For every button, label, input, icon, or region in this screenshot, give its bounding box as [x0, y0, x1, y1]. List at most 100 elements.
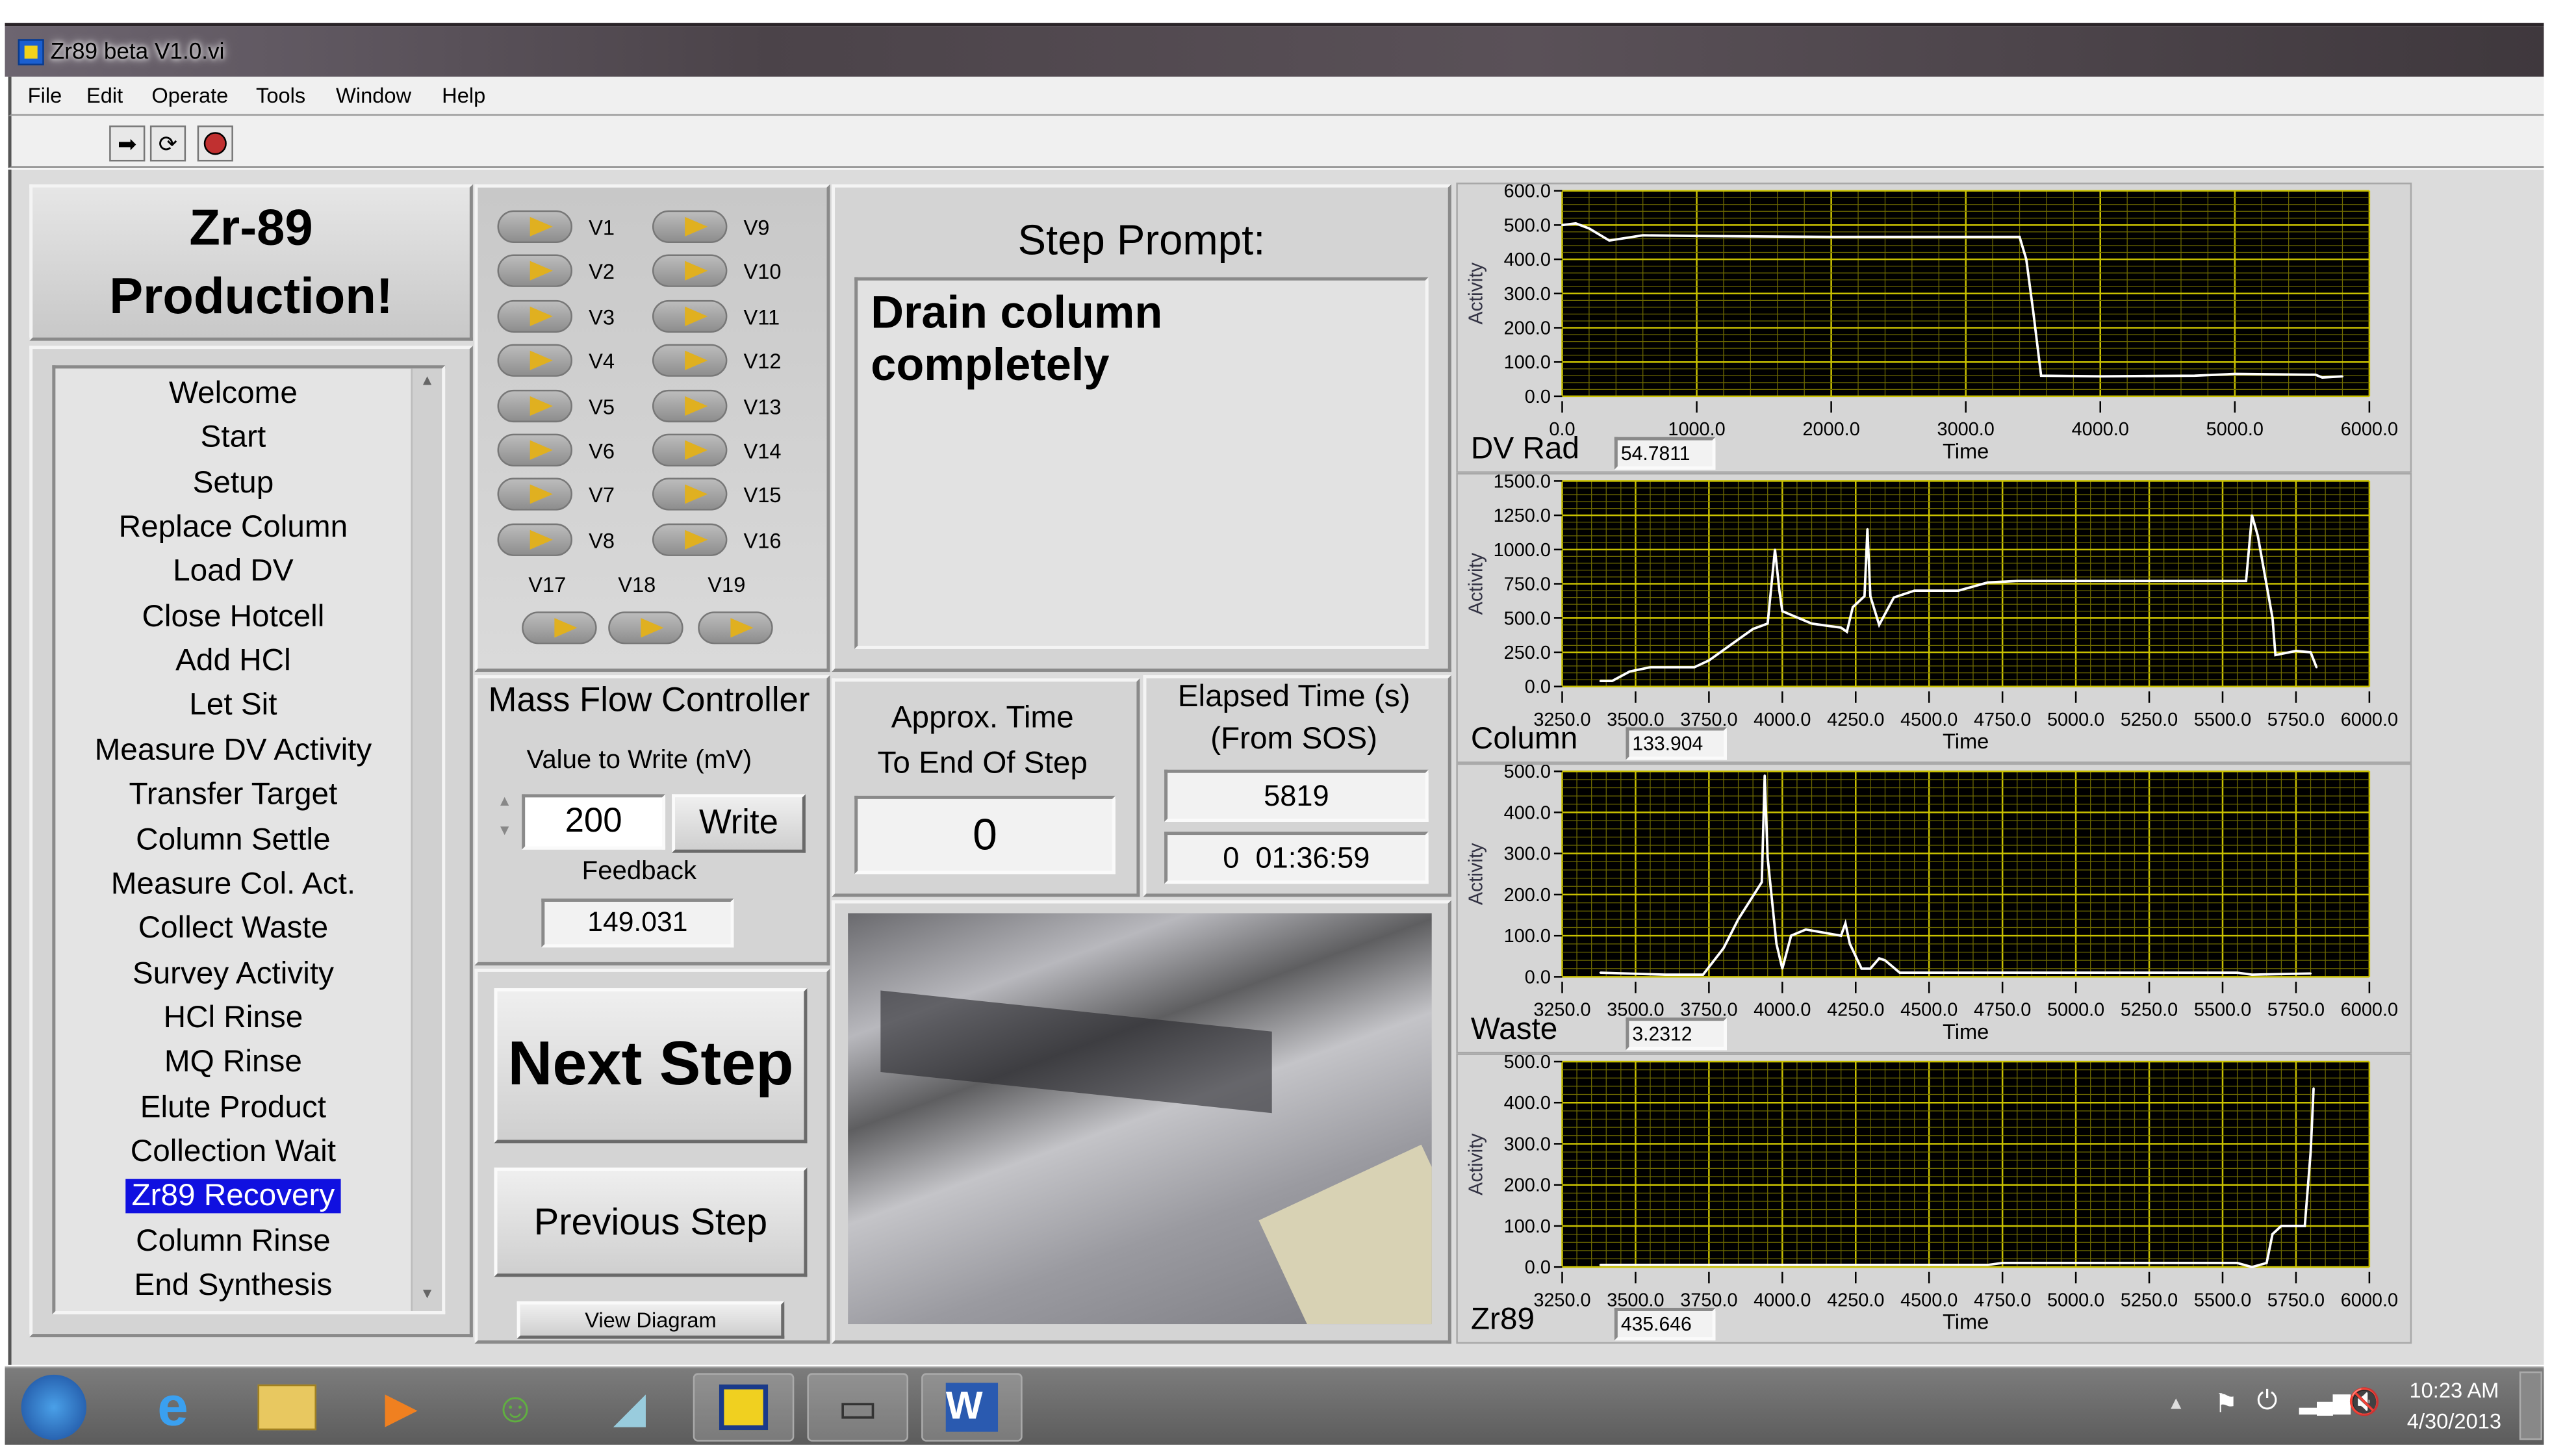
internet-explorer-icon[interactable]: e [122, 1373, 223, 1441]
step-list-item[interactable]: Let Sit [55, 687, 411, 726]
next-step-button[interactable]: Next Step [494, 988, 808, 1143]
valve-led-v8[interactable] [497, 523, 572, 556]
steps-scrollbar[interactable]: ▲ ▼ [411, 368, 442, 1311]
mfc-write-button[interactable]: Write [672, 794, 806, 853]
valve-led-v3[interactable] [497, 300, 572, 333]
run-arrow-icon[interactable]: ➡ [109, 125, 146, 162]
x-tick-label: 5500.0 [2194, 1290, 2251, 1310]
y-tick-label: 100.0 [1504, 352, 1551, 373]
valve-led-v10[interactable] [652, 255, 728, 288]
data-point [2295, 650, 2297, 652]
scroll-up-icon[interactable]: ▲ [416, 372, 439, 394]
run-continuously-icon[interactable]: ⟳ [149, 125, 186, 162]
data-point [1707, 659, 1710, 662]
valve-led-v14[interactable] [652, 433, 728, 466]
clock-date[interactable]: 4/30/2013 [2395, 1409, 2513, 1434]
valve-led-v4[interactable] [497, 344, 572, 377]
x-tick-label: 5000.0 [2047, 1000, 2104, 1021]
media-player-icon[interactable]: ▶ [351, 1373, 452, 1441]
step-list-item[interactable]: Welcome [55, 375, 411, 414]
data-point [1878, 624, 1880, 626]
scroll-down-icon[interactable]: ▼ [416, 1285, 439, 1308]
step-list-item[interactable]: Zr89 Recovery [55, 1178, 411, 1217]
valve-led-v5[interactable] [497, 389, 572, 422]
step-list-item[interactable]: Measure DV Activity [55, 732, 411, 771]
step-list-item[interactable]: Survey Activity [55, 955, 411, 994]
step-list-item[interactable]: Load DV [55, 554, 411, 593]
data-point [1810, 622, 1813, 625]
menu-edit[interactable]: Edit [86, 83, 123, 108]
data-point [1987, 1264, 1989, 1266]
step-list-item[interactable]: Measure Col. Act. [55, 865, 411, 904]
valve-led-v7[interactable] [497, 478, 572, 511]
valve-led-v9[interactable] [652, 210, 728, 243]
laptop-app-icon[interactable]: ▭ [807, 1373, 909, 1442]
step-list-item[interactable]: Replace Column [55, 509, 411, 548]
y-tick-label: 0.0 [1525, 387, 1551, 407]
mfc-increment-stepper[interactable]: ▲ ▼ [498, 786, 520, 845]
menu-window[interactable]: Window [336, 83, 411, 108]
valve-led-v16[interactable] [652, 523, 728, 556]
step-list-item[interactable]: Collection Wait [55, 1133, 411, 1172]
valve-led-v2[interactable] [497, 255, 572, 288]
valve-led-v12[interactable] [652, 344, 728, 377]
network-app-icon[interactable]: ◢ [579, 1373, 680, 1441]
abort-stop-icon[interactable] [197, 125, 233, 162]
step-list-item[interactable]: HCl Rinse [55, 999, 411, 1038]
data-point [1767, 856, 1769, 859]
valve-led-v19[interactable] [698, 611, 773, 645]
data-point [1774, 548, 1776, 551]
step-list-item[interactable]: Collect Waste [55, 910, 411, 949]
step-list-item[interactable]: Close Hotcell [55, 598, 411, 637]
data-point [1898, 971, 1901, 974]
file-explorer-icon[interactable] [236, 1373, 338, 1441]
valve-led-v13[interactable] [652, 389, 728, 422]
valve-led-v18[interactable] [608, 611, 683, 645]
step-list-item[interactable]: Setup [55, 465, 411, 504]
step-list-item[interactable]: Add HCl [55, 643, 411, 682]
valve-led-v17[interactable] [522, 611, 597, 645]
menu-file[interactable]: File [28, 83, 62, 108]
clock-time[interactable]: 10:23 AM [2395, 1378, 2513, 1403]
data-point [2271, 617, 2274, 619]
valve-led-v1[interactable] [497, 210, 572, 243]
start-orb-icon[interactable] [12, 1373, 97, 1441]
step-list-item[interactable]: Transfer Target [55, 776, 411, 815]
step-list-item[interactable]: Column Settle [55, 821, 411, 860]
mfc-value-input[interactable]: 200 [522, 794, 666, 850]
header-line2: Production! [109, 267, 393, 325]
word-icon[interactable]: W [921, 1373, 1023, 1442]
steps-listbox[interactable]: Welcome Start Setup Replace Column Load DV Cl… [52, 365, 446, 1314]
x-tick-label: 5250.0 [2121, 709, 2178, 730]
view-diagram-button[interactable]: View Diagram [517, 1301, 785, 1339]
people-icon[interactable]: ☺ [465, 1373, 566, 1441]
power-plug-icon[interactable]: ⏻ [2257, 1388, 2278, 1417]
labview-taskbar-icon[interactable] [693, 1373, 795, 1442]
volume-muted-icon[interactable]: 🔇 [2348, 1386, 2380, 1418]
show-desktop-button[interactable] [2519, 1371, 2542, 1440]
y-tick-label: 300.0 [1504, 844, 1551, 865]
menu-operate[interactable]: Operate [151, 83, 228, 108]
show-hidden-icons[interactable]: ▲ [2167, 1394, 2185, 1414]
step-list-item-label: Load DV [173, 555, 294, 590]
data-point [2271, 1233, 2274, 1236]
signal-bars-icon[interactable]: ▂▄▆ [2299, 1388, 2351, 1416]
action-center-flag-icon[interactable]: ⚑ [2214, 1388, 2238, 1420]
data-point [2310, 1151, 2312, 1153]
menu-help[interactable]: Help [442, 83, 485, 108]
data-point [2032, 309, 2034, 312]
valve-led-v11[interactable] [652, 300, 728, 333]
valve-led-v6[interactable] [497, 433, 572, 466]
step-list-item[interactable]: MQ Rinse [55, 1044, 411, 1083]
header-line1: Zr-89 [189, 199, 313, 257]
y-tick-label: 400.0 [1504, 1093, 1551, 1114]
y-tick-label: 400.0 [1504, 249, 1551, 270]
step-list-item[interactable]: Start [55, 420, 411, 459]
valve-led-v15[interactable] [652, 478, 728, 511]
step-list-item[interactable]: Column Rinse [55, 1223, 411, 1262]
previous-step-button[interactable]: Previous Step [494, 1168, 808, 1277]
y-tick-label: 750.0 [1504, 574, 1551, 595]
menu-tools[interactable]: Tools [256, 83, 305, 108]
step-list-item[interactable]: Elute Product [55, 1089, 411, 1128]
step-list-item[interactable]: End Synthesis [55, 1267, 411, 1306]
